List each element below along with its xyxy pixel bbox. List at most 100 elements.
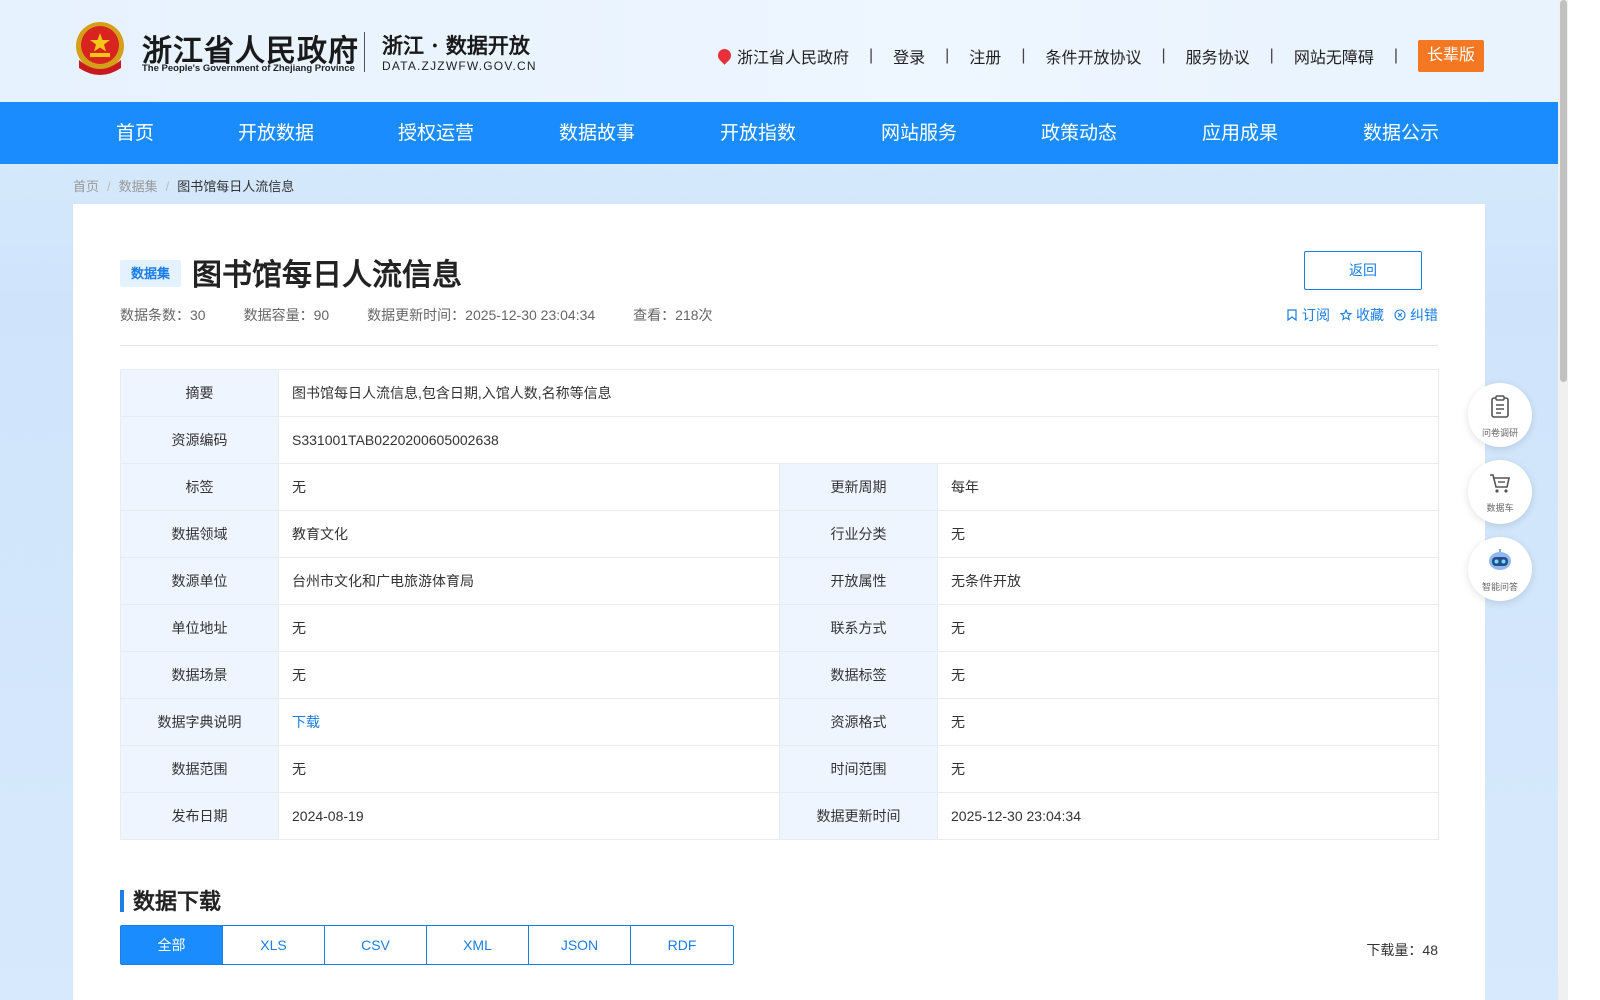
link-register[interactable]: 注册	[969, 44, 1001, 68]
meta-record-count-label: 数据条数：	[120, 307, 190, 323]
scrollbar-thumb[interactable]	[1560, 0, 1567, 382]
field-label: 行业分类	[779, 510, 938, 558]
field-label: 更新周期	[779, 463, 938, 511]
tab-xml[interactable]: XML	[427, 926, 529, 964]
page-edge	[1568, 0, 1600, 1000]
nav-item-data-notice[interactable]: 数据公示	[1363, 102, 1439, 164]
dataset-actions: 订阅 收藏 纠错	[1276, 305, 1438, 325]
field-label: 数据场景	[120, 651, 279, 699]
breadcrumb-home[interactable]: 首页	[73, 179, 99, 194]
breadcrumb-separator: /	[107, 179, 111, 194]
nav-item-site-services[interactable]: 网站服务	[881, 102, 957, 164]
resource-code-value: S331001TAB0220200605002638	[277, 416, 1440, 464]
table-row: 数据范围 无 时间范围 无	[120, 745, 1440, 793]
table-row: 数据领域 教育文化 行业分类 无	[120, 510, 1440, 558]
meta-views: 查看：218次	[633, 305, 712, 325]
link-separator: |	[945, 47, 950, 64]
favorite-button[interactable]: 收藏	[1340, 305, 1384, 325]
nav-item-applications[interactable]: 应用成果	[1202, 102, 1278, 164]
section-marker	[120, 890, 124, 912]
report-error-label: 纠错	[1410, 307, 1438, 323]
tab-rdf[interactable]: RDF	[631, 926, 733, 964]
data-cart-button[interactable]: 数据车	[1468, 460, 1532, 524]
table-row: 标签 无 更新周期 每年	[120, 463, 1440, 511]
field-value: 无	[278, 463, 780, 511]
report-error-button[interactable]: 纠错	[1394, 305, 1438, 325]
meta-updated: 数据更新时间：2025-12-30 23:04:34	[367, 305, 595, 325]
nav-item-open-index[interactable]: 开放指数	[720, 102, 796, 164]
top-links: 浙江省人民政府 | 登录 | 注册 | 条件开放协议 | 服务协议 | 网站无障…	[715, 40, 1484, 72]
clipboard-icon	[1491, 395, 1509, 418]
tab-all[interactable]: 全部	[121, 926, 223, 964]
field-value: 无	[278, 745, 780, 793]
breadcrumb-current: 图书馆每日人流信息	[177, 179, 295, 194]
subscribe-label: 订阅	[1302, 307, 1330, 323]
field-value: 无	[936, 745, 1440, 793]
field-label: 开放属性	[779, 557, 938, 605]
favorite-label: 收藏	[1356, 307, 1384, 323]
link-separator: |	[1393, 47, 1398, 64]
survey-label: 问卷调研	[1481, 428, 1518, 438]
link-login[interactable]: 登录	[893, 44, 925, 68]
site-header: 浙江省人民政府 The People's Government of Zheji…	[0, 0, 1558, 102]
robot-icon	[1489, 549, 1511, 570]
header-divider	[364, 32, 365, 72]
field-label: 数据范围	[120, 745, 279, 793]
bookmark-icon	[1287, 309, 1297, 321]
summary-value: 图书馆每日人流信息,包含日期,入馆人数,名称等信息	[277, 369, 1440, 417]
nav-item-authorized-ops[interactable]: 授权运营	[398, 102, 474, 164]
breadcrumb-datasets[interactable]: 数据集	[119, 179, 158, 194]
link-separator: |	[1269, 47, 1274, 64]
site-name-cn[interactable]: 浙江 · 数据开放	[382, 30, 530, 60]
field-label: 资源格式	[779, 698, 938, 746]
close-circle-icon	[1394, 309, 1406, 321]
dataset-info-table: 摘要 图书馆每日人流信息,包含日期,入馆人数,名称等信息 资源编码 S33100…	[120, 369, 1440, 840]
field-label: 发布日期	[120, 792, 279, 840]
table-row: 数据字典说明 下载 资源格式 无	[120, 698, 1440, 746]
meta-updated-label: 数据更新时间：	[367, 307, 466, 323]
breadcrumb: 首页 / 数据集 / 图书馆每日人流信息	[73, 176, 294, 195]
link-accessibility[interactable]: 网站无障碍	[1294, 44, 1374, 68]
link-zj-gov[interactable]: 浙江省人民政府	[737, 44, 849, 68]
field-value: 无	[936, 604, 1440, 652]
download-section-title: 数据下载	[133, 889, 222, 915]
elder-mode-button[interactable]: 长辈版	[1417, 40, 1484, 72]
table-row: 摘要 图书馆每日人流信息,包含日期,入馆人数,名称等信息	[120, 369, 1440, 417]
site-domain: DATA.ZJZWFW.GOV.CN	[382, 59, 537, 73]
back-button[interactable]: 返回	[1304, 251, 1422, 290]
link-service-agreement[interactable]: 服务协议	[1186, 44, 1250, 68]
meta-capacity-value: 90	[313, 307, 330, 323]
subscribe-button[interactable]: 订阅	[1286, 305, 1330, 325]
field-label: 标签	[120, 463, 279, 511]
download-format-tabs: 全部 XLS CSV XML JSON RDF	[120, 925, 734, 965]
tab-json[interactable]: JSON	[529, 926, 631, 964]
data-dictionary-download-link[interactable]: 下载	[278, 698, 780, 746]
tab-csv[interactable]: CSV	[325, 926, 427, 964]
meta-capacity-label: 数据容量：	[243, 307, 314, 323]
resource-code-label: 资源编码	[120, 416, 279, 464]
nav-item-home[interactable]: 首页	[116, 102, 154, 164]
field-label: 数源单位	[120, 557, 279, 605]
download-count-label: 下载量：	[1366, 942, 1423, 958]
nav-item-policy[interactable]: 政策动态	[1041, 102, 1117, 164]
tab-xls[interactable]: XLS	[223, 926, 325, 964]
survey-button[interactable]: 问卷调研	[1468, 383, 1532, 447]
field-value: 无	[278, 651, 780, 699]
link-separator: |	[1161, 47, 1166, 64]
smart-qa-button[interactable]: 智能问答	[1468, 537, 1532, 601]
field-label: 时间范围	[779, 745, 938, 793]
main-nav: 首页 开放数据 授权运营 数据故事 开放指数 网站服务 政策动态 应用成果 数据…	[0, 102, 1558, 164]
meta-record-count-value: 30	[190, 307, 206, 323]
table-row: 资源编码 S331001TAB0220200605002638	[120, 416, 1440, 464]
field-value: 无	[936, 510, 1440, 558]
field-value: 教育文化	[278, 510, 780, 558]
meta-views-value: 218次	[675, 307, 713, 323]
cart-icon	[1490, 474, 1510, 493]
nav-item-data-stories[interactable]: 数据故事	[559, 102, 635, 164]
field-value: 无	[278, 604, 780, 652]
nav-item-open-data[interactable]: 开放数据	[238, 102, 314, 164]
meta-record-count: 数据条数：30	[120, 305, 206, 325]
summary-label: 摘要	[120, 369, 279, 417]
dataset-meta: 数据条数：30 数据容量：90 数据更新时间：2025-12-30 23:04:…	[120, 305, 751, 325]
link-conditional-agreement[interactable]: 条件开放协议	[1045, 44, 1141, 68]
